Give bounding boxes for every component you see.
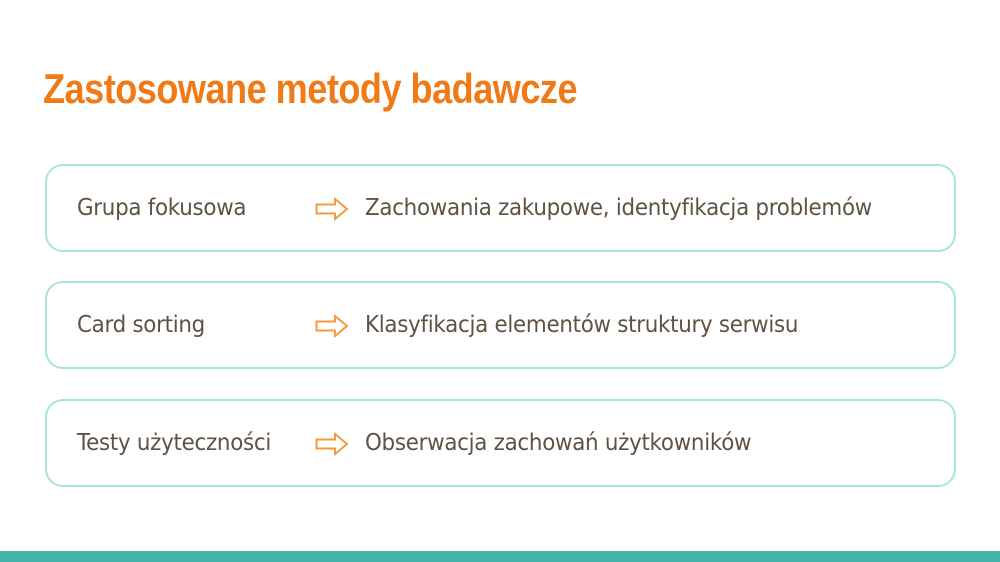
- bottom-accent-bar: [0, 551, 1000, 562]
- method-row-focus-group: Grupa fokusowa Zachowania zakupowe, iden…: [45, 164, 956, 252]
- arrow-right-outline-icon: [315, 314, 349, 338]
- method-row-card-sorting: Card sorting Klasyfikacja elementów stru…: [45, 281, 956, 369]
- method-description: Obserwacja zachowań użytkowników: [365, 430, 752, 456]
- method-description: Klasyfikacja elementów struktury serwisu: [365, 312, 799, 338]
- slide-title: Zastosowane metody badawcze: [43, 65, 578, 112]
- method-row-usability-tests: Testy użyteczności Obserwacja zachowań u…: [45, 399, 956, 487]
- method-description: Zachowania zakupowe, identyfikacja probl…: [365, 195, 873, 221]
- arrow-right-outline-icon: [315, 432, 349, 456]
- method-name: Card sorting: [77, 312, 205, 338]
- method-list: Grupa fokusowa Zachowania zakupowe, iden…: [45, 164, 956, 488]
- method-name: Grupa fokusowa: [77, 195, 247, 221]
- arrow-right-outline-icon: [315, 197, 349, 221]
- method-name: Testy użyteczności: [77, 430, 272, 456]
